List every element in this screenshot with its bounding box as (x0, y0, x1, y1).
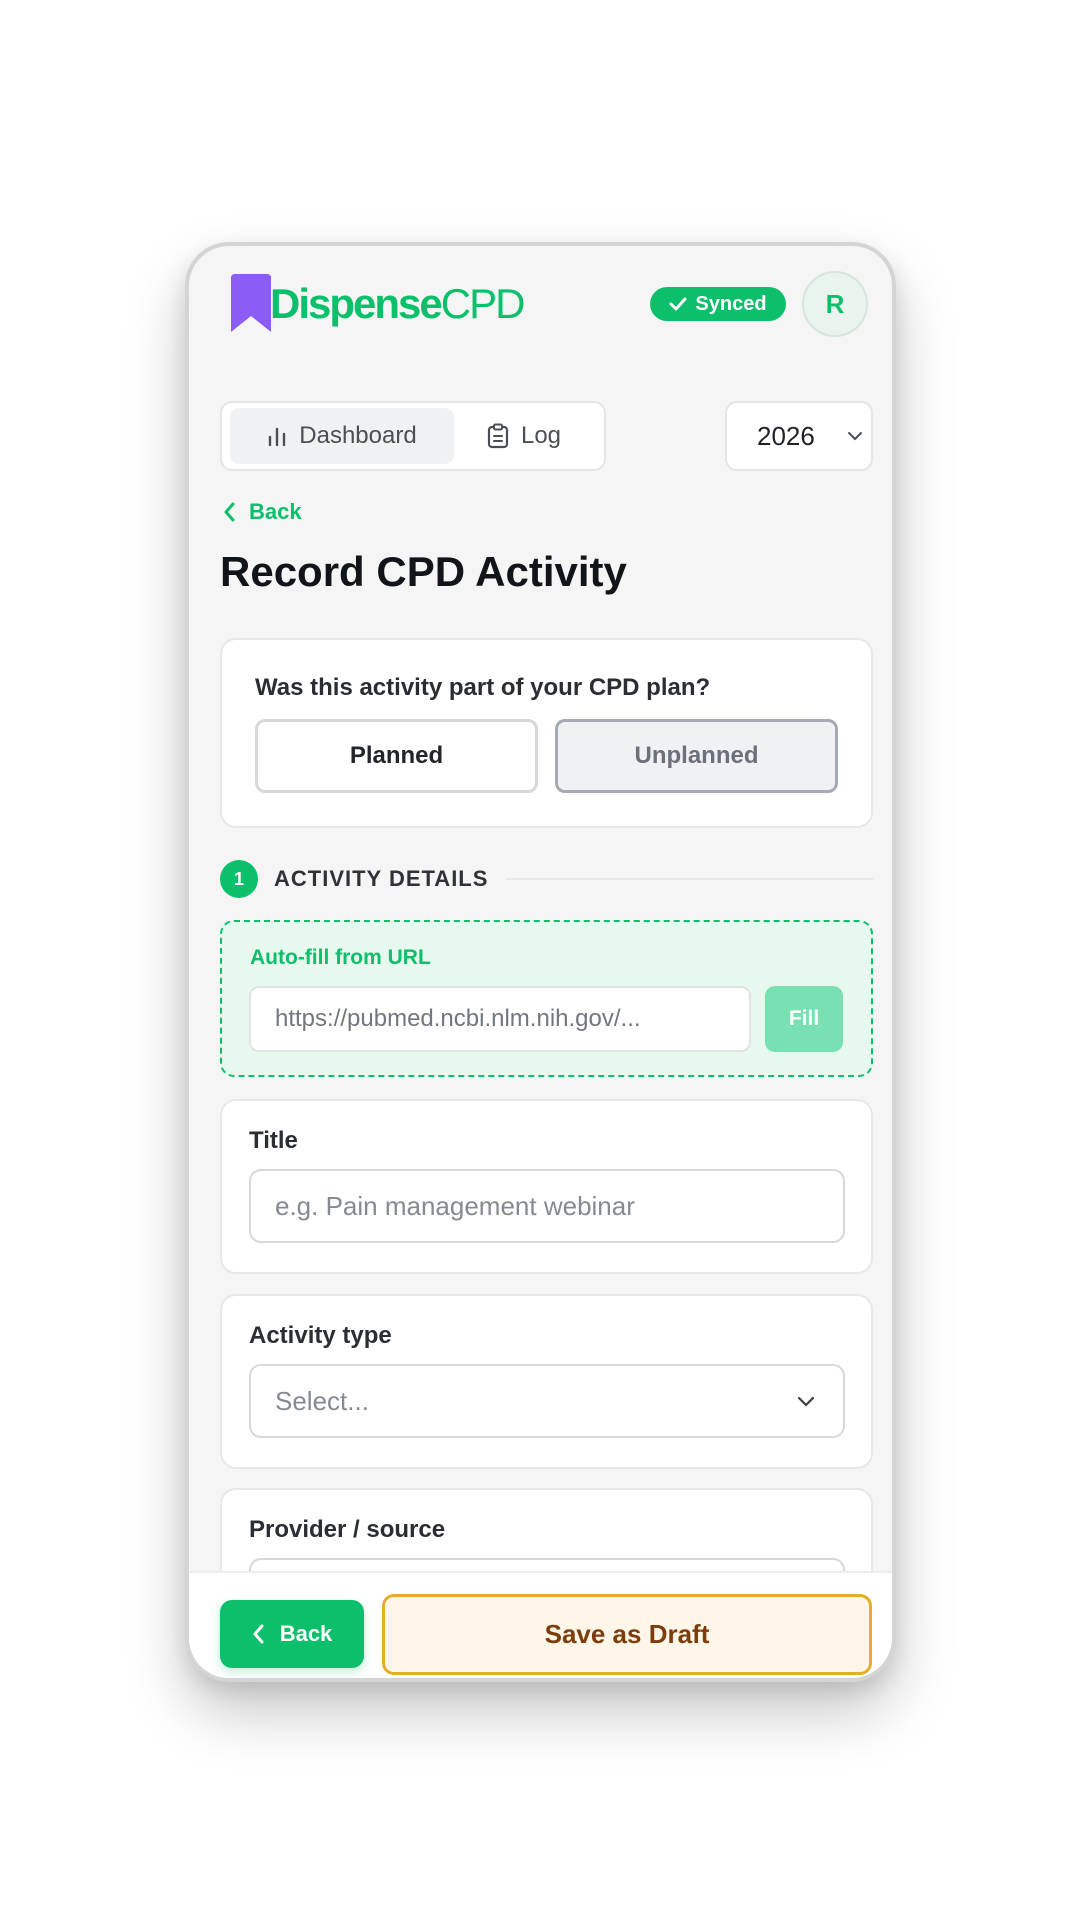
app-screen: DispenseCPD Synced R Dashboard Log 2026 … (189, 246, 892, 1678)
chevron-down-icon (848, 432, 862, 441)
clipboard-icon (487, 423, 509, 449)
user-avatar[interactable]: R (802, 271, 868, 337)
brand-name-part1: Dispense (270, 280, 443, 327)
back-button-label: Back (279, 1621, 333, 1646)
title-field-card: Title e.g. Pain management webinar (220, 1099, 873, 1274)
check-icon (669, 297, 687, 311)
tab-log-label: Log (520, 422, 562, 449)
save-draft-button[interactable]: Save as Draft (382, 1594, 872, 1675)
activity-type-select-placeholder: Select... (275, 1385, 369, 1416)
bar-chart-icon (269, 427, 286, 447)
autofill-label: Auto-fill from URL (250, 946, 431, 969)
app-logo[interactable]: DispenseCPD (227, 274, 526, 334)
page-title: Record CPD Activity (220, 548, 627, 595)
cpd-plan-card: Was this activity part of your CPD plan?… (220, 638, 873, 828)
title-label: Title (249, 1127, 298, 1154)
autofill-panel: Auto-fill from URL https://pubmed.ncbi.n… (220, 920, 873, 1077)
back-link-label: Back (249, 499, 302, 524)
year-select[interactable]: 2026 (725, 401, 873, 471)
tab-dashboard[interactable]: Dashboard (230, 408, 454, 464)
chevron-left-icon (224, 502, 235, 522)
step-number-badge: 1 (220, 860, 258, 898)
back-link[interactable]: Back (223, 499, 302, 525)
section-title: ACTIVITY DETAILS (274, 866, 489, 891)
plan-question: Was this activity part of your CPD plan? (255, 674, 711, 701)
tab-log[interactable]: Log (454, 408, 594, 464)
brand-name: DispenseCPD (270, 280, 526, 328)
section-header: 1 ACTIVITY DETAILS (220, 860, 873, 898)
bookmark-logo-icon (231, 274, 271, 332)
sync-status-badge: Synced (650, 287, 786, 321)
activity-type-card: Activity type Select... (220, 1294, 873, 1469)
sync-status-label: Synced (695, 292, 767, 315)
bottom-action-bar: Back Save as Draft (189, 1571, 892, 1678)
year-select-value: 2026 (757, 420, 815, 451)
planned-option-button[interactable]: Planned (255, 719, 538, 793)
tab-dashboard-label: Dashboard (299, 422, 417, 449)
provider-label: Provider / source (249, 1516, 446, 1543)
back-button[interactable]: Back (220, 1600, 364, 1668)
brand-name-part2: CPD (440, 280, 526, 327)
chevron-left-icon (253, 1624, 264, 1644)
url-input[interactable]: https://pubmed.ncbi.nlm.nih.gov/... (249, 986, 751, 1052)
fill-button[interactable]: Fill (765, 986, 843, 1052)
activity-type-select[interactable]: Select... (249, 1364, 845, 1438)
unplanned-option-button[interactable]: Unplanned (555, 719, 838, 793)
main-nav-tabs: Dashboard Log (220, 401, 606, 471)
section-divider (506, 878, 873, 880)
title-input[interactable]: e.g. Pain management webinar (249, 1169, 845, 1243)
phone-frame: DispenseCPD Synced R Dashboard Log 2026 … (185, 242, 896, 1682)
activity-type-label: Activity type (249, 1322, 392, 1349)
chevron-down-icon (797, 1396, 815, 1407)
